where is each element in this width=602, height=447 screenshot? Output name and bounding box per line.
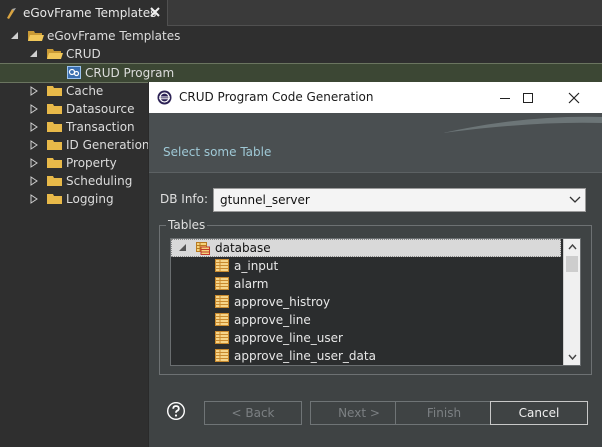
tables-legend: Tables	[166, 218, 208, 232]
table-icon	[215, 259, 229, 272]
table-item-label: approve_histroy	[234, 295, 331, 309]
table-icon	[215, 331, 229, 344]
collapsed-arrow-icon[interactable]	[29, 122, 39, 132]
tree-item-label: Transaction	[66, 120, 135, 134]
collapsed-arrow-icon[interactable]	[29, 176, 39, 186]
collapsed-arrow-icon[interactable]	[29, 104, 39, 114]
table-item-approve-line-user-data[interactable]: approve_line_user_data	[171, 347, 561, 365]
tables-tree[interactable]: database a_input alarm approve_histroy a…	[170, 238, 581, 366]
collapsed-arrow-icon[interactable]	[29, 158, 39, 168]
scroll-up-button[interactable]	[564, 239, 580, 255]
expanded-arrow-icon[interactable]	[178, 243, 188, 253]
expanded-arrow-icon[interactable]	[10, 31, 20, 41]
db-info-label: DB Info:	[160, 192, 209, 206]
table-icon	[215, 313, 229, 326]
close-icon[interactable]	[148, 5, 162, 19]
db-info-value: gtunnel_server	[220, 193, 310, 207]
table-icon	[215, 349, 229, 362]
chevron-down-icon	[567, 354, 577, 360]
view-tab-strip: eGovFrame Templates	[0, 0, 602, 26]
crud-program-icon	[67, 66, 81, 79]
back-button[interactable]: < Back	[204, 401, 302, 425]
table-item-label: approve_line	[234, 313, 311, 327]
table-item-alarm[interactable]: alarm	[171, 275, 561, 293]
dialog-banner: Select some Table	[149, 113, 602, 173]
cancel-button[interactable]: Cancel	[490, 401, 588, 425]
tree-item-label: Cache	[66, 84, 104, 98]
collapsed-arrow-icon[interactable]	[29, 194, 39, 204]
table-item-approve-line-user[interactable]: approve_line_user	[171, 329, 561, 347]
table-item-approve-line[interactable]: approve_line	[171, 311, 561, 329]
view-tab-egovframe-templates[interactable]: eGovFrame Templates	[0, 0, 168, 26]
table-item-a-input[interactable]: a_input	[171, 257, 561, 275]
crud-code-generation-dialog: CRUD Program Code Generation Select some…	[148, 82, 602, 447]
tables-group: Tables database a_input alarm approve_hi…	[159, 218, 592, 375]
scrollbar-thumb[interactable]	[566, 256, 578, 272]
finish-button[interactable]: Finish	[395, 401, 493, 425]
tree-item-root[interactable]: eGovFrame Templates	[0, 27, 602, 45]
tree-item-label: Logging	[66, 192, 114, 206]
folder-icon	[47, 104, 62, 114]
folder-icon	[47, 176, 62, 186]
maximize-button[interactable]	[505, 82, 551, 113]
tree-item-crud[interactable]: CRUD	[0, 45, 602, 63]
folder-icon	[47, 158, 62, 168]
help-icon[interactable]	[166, 401, 186, 421]
dialog-titlebar[interactable]: CRUD Program Code Generation	[149, 82, 602, 113]
chevron-down-icon	[569, 196, 581, 203]
tree-item-crud-program[interactable]: CRUD Program	[0, 63, 602, 83]
tree-item-crud-label: CRUD	[66, 47, 101, 61]
folder-open-icon	[28, 31, 44, 41]
db-info-select[interactable]: gtunnel_server	[213, 188, 586, 212]
table-item-label: a_input	[234, 259, 279, 273]
tree-item-label: ID Generation	[66, 138, 150, 152]
table-icon	[215, 277, 229, 290]
folder-icon	[47, 194, 62, 204]
table-item-label: alarm	[234, 277, 269, 291]
banner-swoosh-graphic	[443, 116, 602, 133]
scroll-down-button[interactable]	[564, 349, 580, 365]
tables-tree-root-label: database	[215, 241, 271, 255]
folder-icon	[47, 140, 62, 150]
folder-icon	[47, 122, 62, 132]
expanded-arrow-icon[interactable]	[29, 49, 39, 59]
database-icon	[196, 242, 210, 255]
close-icon	[568, 92, 580, 103]
tree-item-label: Property	[66, 156, 117, 170]
collapsed-arrow-icon[interactable]	[29, 140, 39, 150]
collapsed-arrow-icon[interactable]	[29, 86, 39, 96]
table-item-label: approve_line_user_data	[234, 349, 376, 363]
maximize-icon	[523, 92, 533, 103]
eclipse-app-icon	[157, 90, 172, 105]
templates-view-icon	[7, 7, 16, 19]
tables-vertical-scrollbar[interactable]	[563, 239, 580, 365]
folder-icon	[47, 86, 62, 96]
table-item-label: approve_line_user	[234, 331, 343, 345]
close-button[interactable]	[551, 82, 597, 113]
tree-item-root-label: eGovFrame Templates	[47, 29, 181, 43]
view-tab-title: eGovFrame Templates	[23, 6, 157, 20]
tree-item-label: Datasource	[66, 102, 135, 116]
table-item-approve-histroy[interactable]: approve_histroy	[171, 293, 561, 311]
chevron-up-icon	[567, 244, 577, 250]
tree-item-crud-program-label: CRUD Program	[85, 66, 175, 80]
tree-item-label: Scheduling	[66, 174, 133, 188]
dialog-subtitle: Select some Table	[163, 145, 272, 159]
dialog-title: CRUD Program Code Generation	[179, 90, 374, 104]
folder-open-icon	[47, 49, 63, 59]
next-button[interactable]: Next >	[310, 401, 408, 425]
tables-tree-root[interactable]: database	[171, 239, 561, 257]
table-icon	[215, 295, 229, 308]
